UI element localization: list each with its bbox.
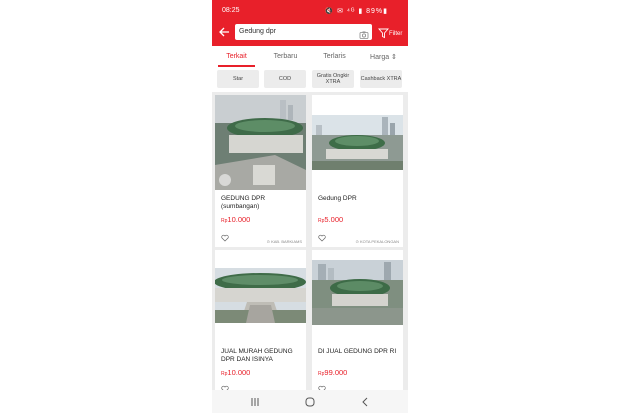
- location-text: KOTA PEKALONGAN: [359, 239, 399, 244]
- price-value: 10.000: [227, 215, 251, 224]
- heart-icon[interactable]: [318, 380, 326, 393]
- filter-button[interactable]: Filter: [376, 24, 406, 42]
- chip-cod[interactable]: COD: [264, 70, 306, 88]
- heart-icon[interactable]: [221, 229, 229, 242]
- phone-screen: 08:25 🔇 ✉ ⁴ᴳ ▮ 89%▮ Gedung dpr Filter Te…: [212, 0, 408, 413]
- product-price: Rp10.000: [221, 215, 250, 224]
- price-value: 10.000: [227, 368, 251, 377]
- sort-tabs: Terkait Terbaru Terlaris Harga ⇕: [212, 46, 408, 68]
- chip-star[interactable]: Star: [217, 70, 259, 88]
- filter-icon: [378, 26, 389, 44]
- product-image: [312, 250, 403, 345]
- search-input[interactable]: Gedung dpr: [235, 24, 372, 40]
- product-name: Gedung DPR: [318, 195, 357, 202]
- tab-terbaru[interactable]: Terbaru: [261, 53, 310, 60]
- back-arrow-icon[interactable]: [218, 26, 230, 38]
- home-icon[interactable]: [303, 395, 317, 407]
- product-name: GEDUNG DPR (sumbangan): [221, 195, 266, 210]
- product-card[interactable]: DI JUAL GEDUNG DPR RI Rp99.000: [312, 250, 403, 393]
- product-name: DI JUAL GEDUNG DPR RI: [318, 348, 397, 355]
- product-image: [215, 250, 306, 345]
- status-indicators: 🔇 ✉ ⁴ᴳ ▮ 89%▮: [324, 8, 388, 15]
- status-bar: 08:25 🔇 ✉ ⁴ᴳ ▮ 89%▮: [212, 0, 408, 20]
- recent-apps-icon[interactable]: [248, 395, 262, 407]
- top-bar: Gedung dpr Filter: [212, 20, 408, 46]
- chip-cashback[interactable]: Cashback XTRA: [360, 70, 402, 88]
- product-card[interactable]: GEDUNG DPR (sumbangan) Rp10.000 ⊙ KAB. B…: [215, 95, 306, 247]
- chip-gratis-ongkir[interactable]: Gratis Ongkir XTRA: [312, 70, 354, 88]
- tab-harga[interactable]: Harga ⇕: [359, 53, 408, 61]
- price-value: 99.000: [324, 368, 348, 377]
- product-price: Rp10.000: [221, 368, 250, 377]
- filter-chips: Star COD Gratis Ongkir XTRA Cashback XTR…: [212, 67, 408, 92]
- product-card[interactable]: JUAL MURAH GEDUNG DPR DAN ISINYA Rp10.00…: [215, 250, 306, 393]
- product-location: ⊙ KAB. BARKIAMS: [266, 239, 302, 244]
- product-card[interactable]: Gedung DPR Rp5.000 ⊙ KOTA PEKALONGAN: [312, 95, 403, 247]
- product-grid: GEDUNG DPR (sumbangan) Rp10.000 ⊙ KAB. B…: [212, 92, 408, 393]
- location-text: KAB. BARKIAMS: [271, 239, 302, 244]
- product-image: [215, 95, 306, 190]
- back-icon[interactable]: [358, 395, 372, 407]
- price-value: 5.000: [324, 215, 344, 224]
- camera-icon[interactable]: [359, 27, 369, 39]
- product-location: ⊙ KOTA PEKALONGAN: [355, 239, 399, 244]
- tab-terlaris[interactable]: Terlaris: [310, 53, 359, 60]
- product-image: [312, 95, 403, 190]
- status-time: 08:25: [222, 7, 240, 14]
- product-name: JUAL MURAH GEDUNG DPR DAN ISINYA: [221, 348, 293, 363]
- product-price: Rp5.000: [318, 215, 343, 224]
- heart-icon[interactable]: [221, 380, 229, 393]
- heart-icon[interactable]: [318, 229, 326, 242]
- tab-terkait[interactable]: Terkait: [212, 53, 261, 60]
- system-nav-bar: [212, 390, 408, 413]
- filter-label: Filter: [389, 31, 403, 37]
- search-query: Gedung dpr: [239, 28, 276, 35]
- product-price: Rp99.000: [318, 368, 347, 377]
